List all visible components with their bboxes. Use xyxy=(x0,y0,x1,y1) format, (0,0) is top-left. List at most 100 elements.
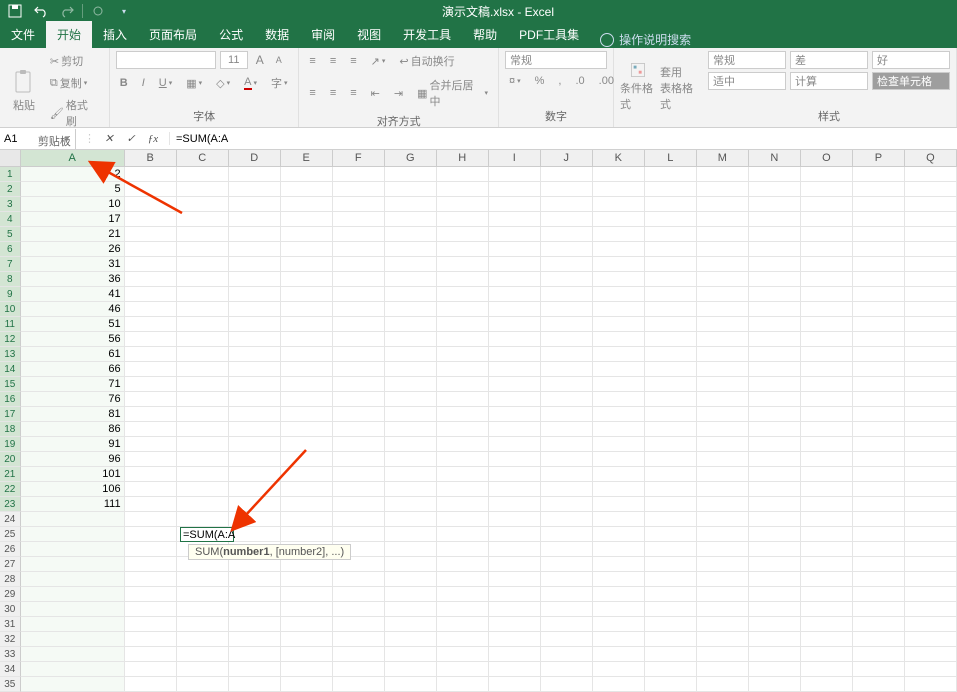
cell[interactable] xyxy=(281,572,333,587)
row-header[interactable]: 4 xyxy=(0,212,21,227)
cell[interactable]: 66 xyxy=(21,362,125,377)
cell[interactable] xyxy=(281,467,333,482)
cell[interactable] xyxy=(749,602,801,617)
cell[interactable] xyxy=(905,527,957,542)
cell[interactable] xyxy=(177,407,229,422)
cell[interactable] xyxy=(489,317,541,332)
cell[interactable] xyxy=(489,377,541,392)
cell[interactable] xyxy=(905,572,957,587)
cell[interactable] xyxy=(801,167,853,182)
row-header[interactable]: 32 xyxy=(0,632,21,647)
cell[interactable] xyxy=(697,677,749,692)
cell[interactable] xyxy=(645,167,697,182)
cell[interactable] xyxy=(281,677,333,692)
style-bad[interactable]: 差 xyxy=(790,51,868,69)
row-header[interactable]: 18 xyxy=(0,422,21,437)
cell[interactable] xyxy=(593,407,645,422)
cell[interactable] xyxy=(645,287,697,302)
cell[interactable] xyxy=(905,497,957,512)
cell[interactable] xyxy=(177,227,229,242)
col-header-D[interactable]: D xyxy=(229,150,281,166)
cell[interactable] xyxy=(541,587,593,602)
cell[interactable] xyxy=(125,437,177,452)
tab-help[interactable]: 帮助 xyxy=(462,21,508,48)
col-header-N[interactable]: N xyxy=(749,150,801,166)
cell[interactable] xyxy=(229,302,281,317)
copy-button[interactable]: ⧉复制▾ xyxy=(46,73,103,93)
row-header[interactable]: 25 xyxy=(0,527,21,542)
conditional-format-button[interactable]: 条件格式 xyxy=(620,62,656,112)
cell[interactable] xyxy=(229,467,281,482)
cell[interactable] xyxy=(281,347,333,362)
cell[interactable] xyxy=(333,407,385,422)
cell[interactable] xyxy=(489,482,541,497)
cell[interactable] xyxy=(437,167,489,182)
inc-decimal-button[interactable]: .0 xyxy=(571,73,588,89)
cell[interactable] xyxy=(489,542,541,557)
cell[interactable] xyxy=(645,527,697,542)
cell[interactable] xyxy=(905,377,957,392)
cell[interactable] xyxy=(749,242,801,257)
cell[interactable] xyxy=(853,587,905,602)
cell[interactable] xyxy=(125,182,177,197)
cell[interactable] xyxy=(801,677,853,692)
cell[interactable] xyxy=(801,362,853,377)
cell[interactable] xyxy=(593,362,645,377)
cell[interactable] xyxy=(645,482,697,497)
tab-file[interactable]: 文件 xyxy=(0,21,46,48)
cell[interactable] xyxy=(645,392,697,407)
cell[interactable] xyxy=(489,287,541,302)
cell[interactable] xyxy=(177,437,229,452)
cell[interactable] xyxy=(21,557,125,572)
cell[interactable] xyxy=(333,212,385,227)
cell[interactable] xyxy=(177,677,229,692)
cell[interactable] xyxy=(801,317,853,332)
cell[interactable] xyxy=(125,332,177,347)
cell[interactable] xyxy=(229,662,281,677)
cell[interactable] xyxy=(489,392,541,407)
cell[interactable] xyxy=(905,422,957,437)
tab-insert[interactable]: 插入 xyxy=(92,21,138,48)
cell[interactable] xyxy=(177,647,229,662)
cell[interactable] xyxy=(281,257,333,272)
tell-me-search[interactable]: 操作说明搜索 xyxy=(590,31,701,48)
cell[interactable] xyxy=(489,197,541,212)
cell[interactable] xyxy=(21,512,125,527)
cell[interactable] xyxy=(853,617,905,632)
cell[interactable] xyxy=(177,302,229,317)
cell[interactable] xyxy=(697,212,749,227)
cell[interactable] xyxy=(281,512,333,527)
cell[interactable] xyxy=(749,317,801,332)
cell[interactable] xyxy=(437,677,489,692)
cell[interactable] xyxy=(437,662,489,677)
cell[interactable] xyxy=(333,467,385,482)
cell[interactable] xyxy=(853,527,905,542)
row-header[interactable]: 23 xyxy=(0,497,21,512)
row-header[interactable]: 26 xyxy=(0,542,21,557)
cell[interactable] xyxy=(749,332,801,347)
cell[interactable] xyxy=(905,332,957,347)
cell[interactable] xyxy=(905,242,957,257)
tab-pdf[interactable]: PDF工具集 xyxy=(508,21,590,48)
cell[interactable] xyxy=(801,377,853,392)
cell[interactable] xyxy=(21,677,125,692)
cell[interactable]: 86 xyxy=(21,422,125,437)
accounting-button[interactable]: ¤▾ xyxy=(505,73,525,89)
cell[interactable] xyxy=(177,317,229,332)
cell[interactable] xyxy=(437,212,489,227)
cell[interactable] xyxy=(177,662,229,677)
cell[interactable] xyxy=(281,197,333,212)
cell[interactable] xyxy=(801,437,853,452)
cell[interactable] xyxy=(749,437,801,452)
cell[interactable] xyxy=(541,647,593,662)
cell[interactable] xyxy=(385,632,437,647)
indent-dec-button[interactable]: ⇤ xyxy=(367,85,384,102)
cell[interactable] xyxy=(749,377,801,392)
cell[interactable] xyxy=(333,377,385,392)
row-header[interactable]: 16 xyxy=(0,392,21,407)
row-header[interactable]: 33 xyxy=(0,647,21,662)
cell[interactable] xyxy=(385,392,437,407)
cell[interactable] xyxy=(541,227,593,242)
cell[interactable]: 17 xyxy=(21,212,125,227)
cell[interactable] xyxy=(541,677,593,692)
